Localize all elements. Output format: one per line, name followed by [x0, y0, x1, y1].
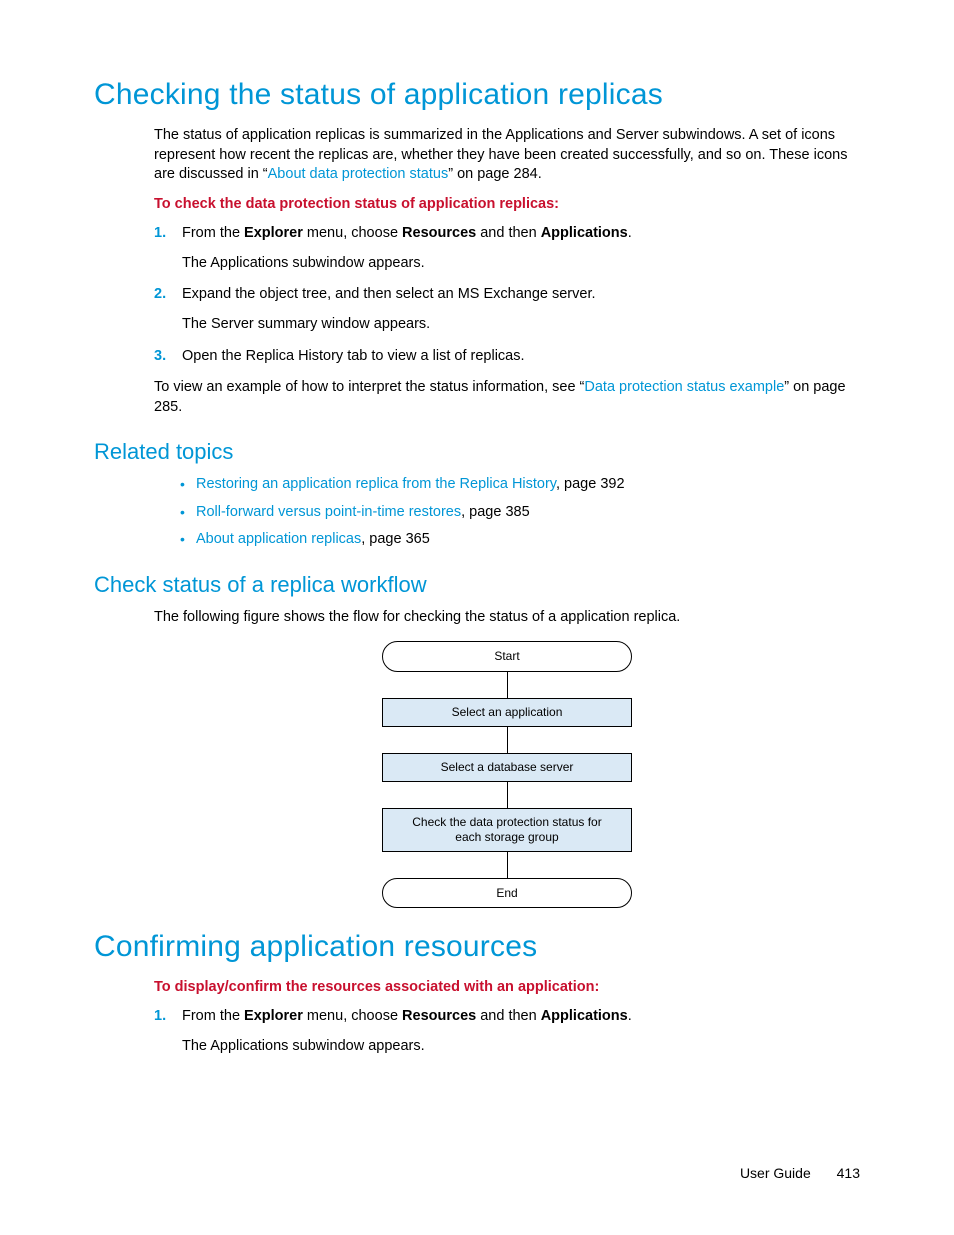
flowchart-connector [507, 852, 508, 878]
step-number: 3. [154, 347, 166, 367]
related-topic-item: Restoring an application replica from th… [180, 475, 860, 495]
step-1: 1. From the Explorer menu, choose Resour… [154, 1007, 860, 1056]
step-number: 1. [154, 1007, 166, 1027]
related-topics-body: Restoring an application replica from th… [154, 475, 860, 550]
step-result: The Applications subwindow appears. [182, 1037, 860, 1057]
workflow-intro: The following figure shows the flow for … [154, 608, 860, 628]
step-result: The Server summary window appears. [182, 315, 860, 335]
footer-page-number: 413 [837, 1165, 860, 1181]
flowchart-connector [507, 727, 508, 753]
related-topic-item: Roll-forward versus point-in-time restor… [180, 503, 860, 523]
intro-text-post: ” on page 284. [448, 166, 542, 182]
procedure-lead-in-1: To check the data protection status of a… [154, 195, 860, 215]
flowchart-connector [507, 782, 508, 808]
link-data-protection-status-example[interactable]: Data protection status example [584, 379, 784, 395]
step-result: The Applications subwindow appears. [182, 254, 860, 274]
flowchart-select-db-server: Select a database server [382, 753, 632, 782]
step-number: 2. [154, 285, 166, 305]
heading-workflow: Check status of a replica workflow [94, 572, 860, 598]
closing-text-pre: To view an example of how to interpret t… [154, 379, 584, 395]
link-about-application-replicas[interactable]: About application replicas [196, 531, 361, 547]
heading-related-topics: Related topics [94, 439, 860, 465]
step-text: Expand the object tree, and then select … [182, 286, 596, 302]
step-text: Open the Replica History tab to view a l… [182, 348, 525, 364]
footer-label: User Guide [740, 1165, 811, 1181]
flowchart-select-application: Select an application [382, 698, 632, 727]
closing-paragraph: To view an example of how to interpret t… [154, 378, 860, 417]
step-number: 1. [154, 224, 166, 244]
page-footer: User Guide 413 [740, 1165, 860, 1181]
step-1: 1. From the Explorer menu, choose Resour… [154, 224, 860, 273]
link-about-data-protection-status[interactable]: About data protection status [268, 166, 449, 182]
flowchart-start: Start [382, 641, 632, 671]
page: Checking the status of application repli… [0, 0, 954, 1235]
heading-checking-status: Checking the status of application repli… [94, 78, 860, 112]
step-text: From the Explorer menu, choose Resources… [182, 1008, 632, 1024]
intro-paragraph: The status of application replicas is su… [154, 126, 860, 185]
link-roll-forward[interactable]: Roll-forward versus point-in-time restor… [196, 504, 461, 520]
step-text: From the Explorer menu, choose Resources… [182, 225, 632, 241]
procedure-lead-in-2: To display/confirm the resources associa… [154, 978, 860, 998]
step-2: 2. Expand the object tree, and then sele… [154, 285, 860, 334]
section-2-body: To display/confirm the resources associa… [154, 978, 860, 1057]
link-restoring-replica[interactable]: Restoring an application replica from th… [196, 476, 556, 492]
flowchart-end: End [382, 878, 632, 908]
workflow-body: The following figure shows the flow for … [154, 608, 860, 908]
procedure-steps-2: 1. From the Explorer menu, choose Resour… [154, 1007, 860, 1056]
flowchart-connector [507, 672, 508, 698]
step-3: 3. Open the Replica History tab to view … [154, 347, 860, 367]
related-topic-item: About application replicas, page 365 [180, 530, 860, 550]
section-1-body: The status of application replicas is su… [154, 126, 860, 417]
heading-confirming-resources: Confirming application resources [94, 930, 860, 964]
flowchart: Start Select an application Select a dat… [377, 641, 637, 907]
flowchart-check-status: Check the data protection status for eac… [382, 808, 632, 852]
procedure-steps-1: 1. From the Explorer menu, choose Resour… [154, 224, 860, 366]
related-topics-list: Restoring an application replica from th… [180, 475, 860, 550]
